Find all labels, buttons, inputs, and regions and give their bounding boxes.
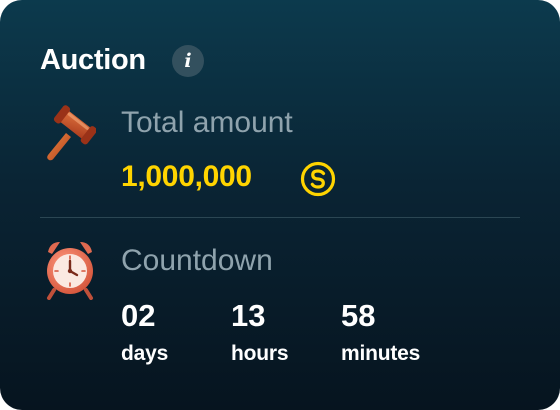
auction-title: Auction [40,44,146,76]
countdown-hours-unit: hours [231,342,289,365]
total-amount-label: Total amount [121,106,293,139]
info-icon[interactable]: i [172,45,204,77]
coin-icon [300,161,336,197]
countdown-days-value: 02 [121,298,156,333]
countdown-days-unit: days [121,342,169,365]
auction-card: Auction i Total amount 1,000,000 Countdo… [0,0,560,410]
total-amount-value: 1,000,000 [121,160,252,193]
alarm-clock-icon [47,242,93,300]
countdown-hours-value: 13 [231,298,266,333]
gavel-icon [47,105,96,161]
countdown-label: Countdown [121,244,273,277]
countdown-minutes-value: 58 [341,298,376,333]
section-divider [40,217,520,218]
countdown-minutes-unit: minutes [341,342,421,365]
